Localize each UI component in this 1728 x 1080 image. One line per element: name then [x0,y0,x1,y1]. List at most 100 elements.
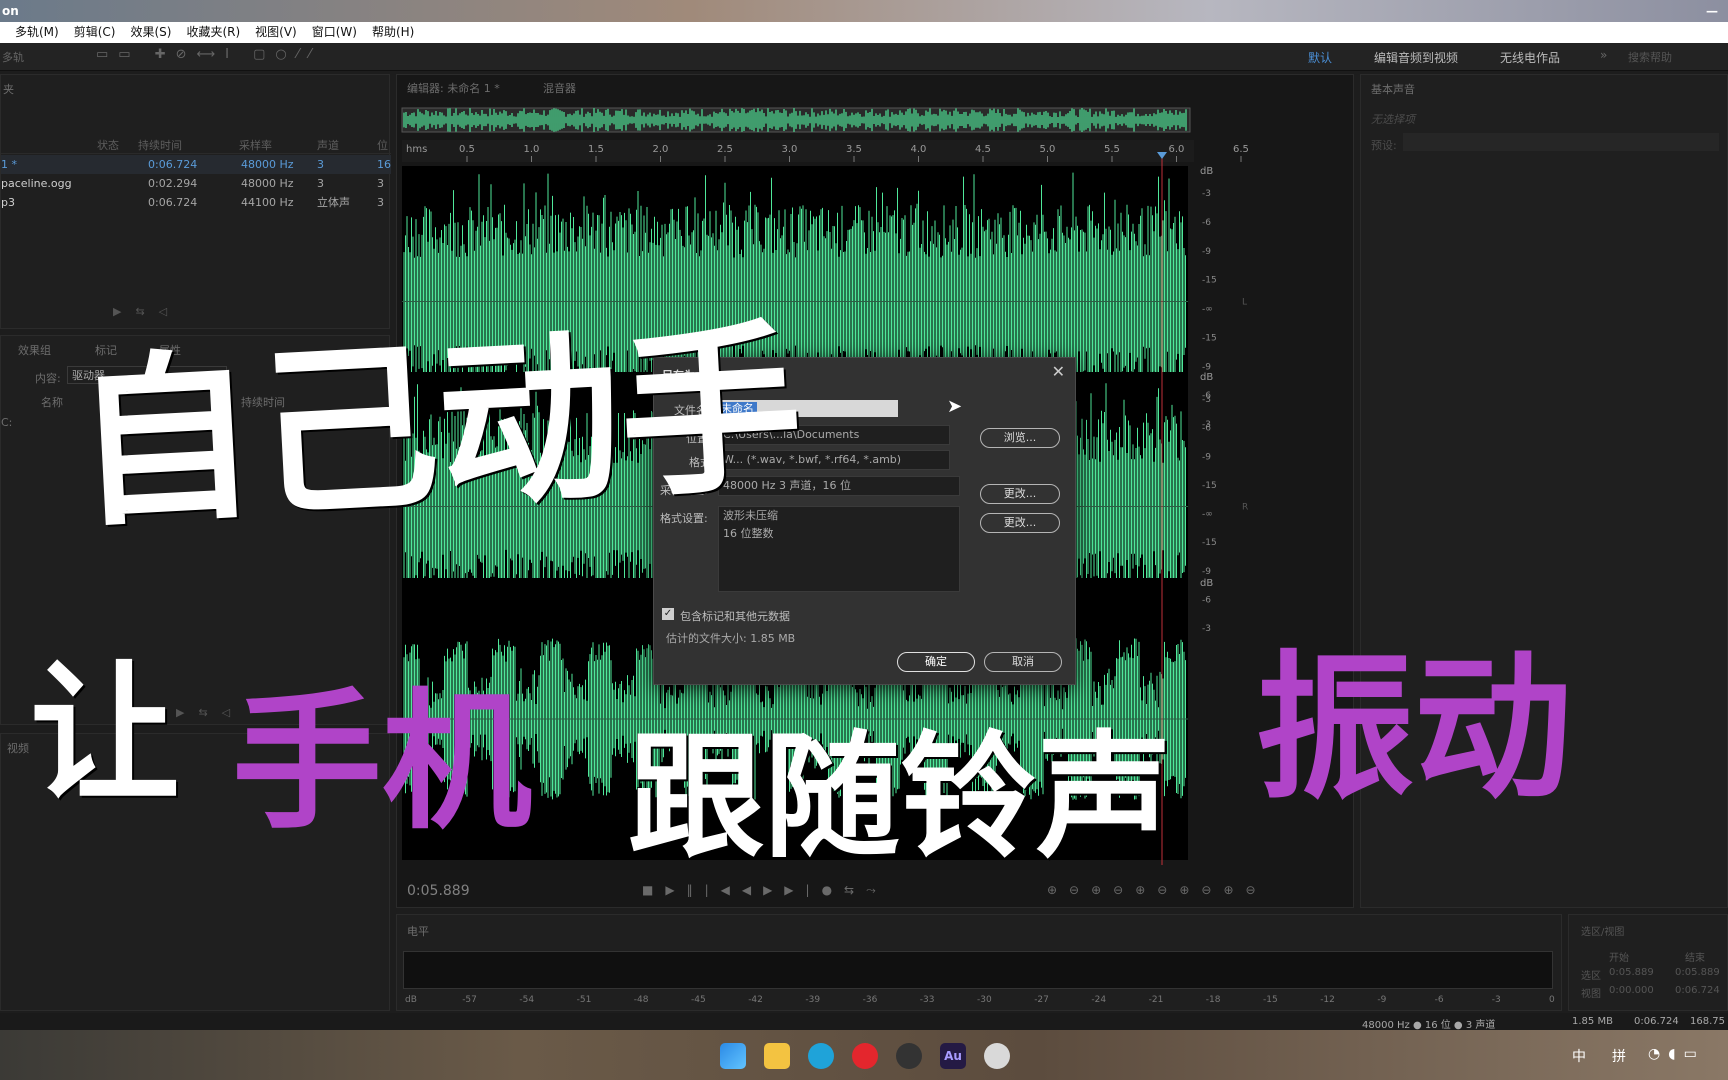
ime-indicator[interactable]: 中 [1572,1046,1586,1066]
workspace-radio[interactable]: 无线电作品 [1500,49,1560,66]
menu-help[interactable]: 帮助(H) [372,22,414,43]
level-tick: 0 [1549,995,1555,1005]
ruler-tick-label: 0.5 [459,144,475,155]
level-tick: -51 [576,995,592,1005]
chrome-icon[interactable] [984,1043,1010,1069]
estimated-size: 估计的文件大小: 1.85 MB [666,632,796,645]
db-label: dB [1200,166,1213,177]
files-panel-title: 夹 [3,83,14,96]
file-explorer-icon[interactable] [764,1043,790,1069]
level-tick: -33 [919,995,935,1005]
file-transport-icons[interactable]: ▶⇆◁ [113,305,181,318]
level-tick: -21 [1148,995,1164,1005]
file-row[interactable]: p3 0:06.724 44100 Hz 立体声 3 [1,193,391,212]
col-duration[interactable]: 持续时间 [138,137,182,153]
menu-favorites[interactable]: 收藏夹(R) [186,22,240,43]
preset-select[interactable] [1403,133,1719,151]
col-name[interactable]: 名称 [41,394,63,410]
system-tray-icons[interactable]: ◔◖▭ [1648,1046,1705,1062]
level-tick: -57 [462,995,477,1005]
edge-icon[interactable] [808,1043,834,1069]
file-cell-rate: 48000 Hz [241,158,294,171]
end-label: 结束 [1685,953,1705,964]
col-status[interactable]: 状态 [97,137,119,153]
transport-controls[interactable]: ■▶‖|◀◀▶▶|●⇆⤳ [642,883,888,898]
overlay-word-follow-ringtone: 跟随铃声 [628,719,1172,877]
cancel-button[interactable]: 取消 [984,652,1062,672]
obs-icon[interactable] [896,1043,922,1069]
file-cell-bits: 16 [377,158,391,171]
change-sample-button[interactable]: 更改... [980,484,1060,504]
mouse-cursor-icon: ➤ [947,396,963,417]
db-tick-label: -15 [1202,276,1217,286]
level-tick: -15 [1263,995,1278,1005]
file-cell-rate: 44100 Hz [241,196,294,209]
ruler-tick-label: 4.0 [911,144,927,155]
change-format-button[interactable]: 更改... [980,513,1060,533]
db-tick-label: -9 [1202,452,1211,462]
windows-start-icon[interactable] [720,1043,746,1069]
db-tick-label: -3 [1202,624,1211,634]
workspace-edit-to-video[interactable]: 编辑音频到视频 [1374,49,1458,66]
browse-button[interactable]: 浏览... [980,428,1060,448]
drive-c[interactable]: C: [1,416,12,429]
levels-title: 电平 [407,925,429,938]
include-markers-checkbox[interactable]: ✓ [662,608,674,620]
zoom-controls[interactable]: ⊕⊖⊕⊖⊕⊖⊕⊖⊕⊖ [1047,883,1268,897]
level-meter [403,951,1553,989]
menu-window[interactable]: 窗口(W) [312,22,357,43]
col-channels[interactable]: 声道 [317,137,339,153]
selection-label: 选区 [1581,971,1601,982]
close-icon[interactable]: ✕ [1052,362,1065,381]
tab-effects-rack[interactable]: 效果组 [18,342,51,358]
menu-multitrack[interactable]: 多轨(M) [15,22,59,43]
minimize-button[interactable]: — [1706,0,1718,22]
status-format-info: 48000 Hz ● 16 位 ● 3 声道 [1362,1020,1496,1031]
status-duration: 0:06.724 [1634,1016,1679,1027]
ruler-tick-label: 1.5 [588,144,604,155]
file-cell-bits: 3 [377,196,384,209]
tab-editor[interactable]: 编辑器: 未命名 1 * [407,80,500,96]
file-cell-duration: 0:06.724 [148,196,198,209]
tab-mixer[interactable]: 混音器 [543,80,576,96]
multitrack-button[interactable]: 多轨 [2,49,24,65]
file-row[interactable]: paceline.ogg 0:02.294 48000 Hz 3 3 [1,174,391,193]
col-rate[interactable]: 采样率 [239,137,272,153]
ok-button[interactable]: 确定 [897,652,975,672]
db-tick-label: -3 [1202,189,1211,199]
view-end[interactable]: 0:06.724 [1675,985,1720,996]
level-tick: -42 [748,995,763,1005]
level-tick: -54 [519,995,535,1005]
level-tick: -27 [1034,995,1049,1005]
ruler-tick-label: 3.5 [846,144,862,155]
netease-music-icon[interactable] [852,1043,878,1069]
selection-start[interactable]: 0:05.889 [1609,967,1654,978]
view-start[interactable]: 0:00.000 [1609,985,1654,996]
file-cell-bits: 3 [377,177,384,190]
file-cell-name: p3 [1,196,15,209]
selection-view-title: 选区/视图 [1581,927,1625,938]
db-label: dB [1200,578,1213,589]
overlay-word-let: 让 [30,648,181,822]
db-tick-label: -∞ [1202,305,1213,315]
db-tick-label: -9 [1202,567,1211,577]
menu-effects[interactable]: 效果(S) [130,22,171,43]
ruler-tick-label: 4.5 [975,144,991,155]
more-workspaces-icon[interactable]: » [1600,48,1607,62]
ime-mode-indicator[interactable]: 拼 [1612,1046,1626,1066]
audition-icon[interactable]: Au [940,1043,966,1069]
tool-icons[interactable]: ▭▭ ✚⊘⟷I ▢○⁄⁄ [96,47,321,62]
file-cell-channels: 3 [317,158,324,171]
menu-clip[interactable]: 剪辑(C) [74,22,116,43]
preset-label: 预设: [1371,139,1397,152]
level-tick: -12 [1320,995,1335,1005]
ruler-tick-label: 5.5 [1104,144,1120,155]
workspace-default[interactable]: 默认 [1308,49,1332,66]
file-row[interactable]: 1 * 0:06.724 48000 Hz 3 16 [1,155,391,174]
col-bits[interactable]: 位 [377,137,388,153]
db-tick-label: -15 [1202,481,1217,491]
channel-r-label: R [1242,503,1248,513]
menu-view[interactable]: 视图(V) [255,22,297,43]
search-help-input[interactable]: 搜索帮助 [1628,49,1672,65]
selection-end[interactable]: 0:05.889 [1675,967,1720,978]
